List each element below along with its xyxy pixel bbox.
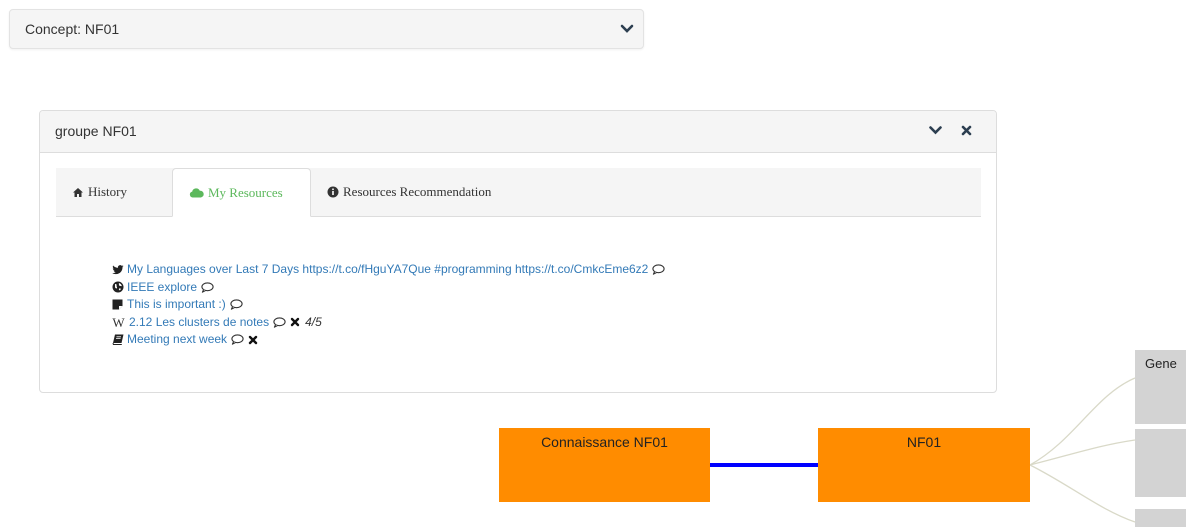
graph-node[interactable]: NF01 xyxy=(818,428,1030,502)
graph-node[interactable]: Connaissance NF01 xyxy=(499,428,710,502)
graph-side-node-label: Gene xyxy=(1145,356,1177,371)
branch-edge xyxy=(1029,439,1136,466)
graph-side-node[interactable] xyxy=(1135,429,1186,497)
graph-side-node[interactable]: Gene xyxy=(1135,350,1186,424)
graph-node-label: NF01 xyxy=(906,434,942,450)
graph-side-node[interactable] xyxy=(1135,509,1186,527)
branch-edge xyxy=(1029,464,1136,523)
graph-node-label: Connaissance NF01 xyxy=(541,434,668,450)
branch-edge xyxy=(1029,377,1136,466)
